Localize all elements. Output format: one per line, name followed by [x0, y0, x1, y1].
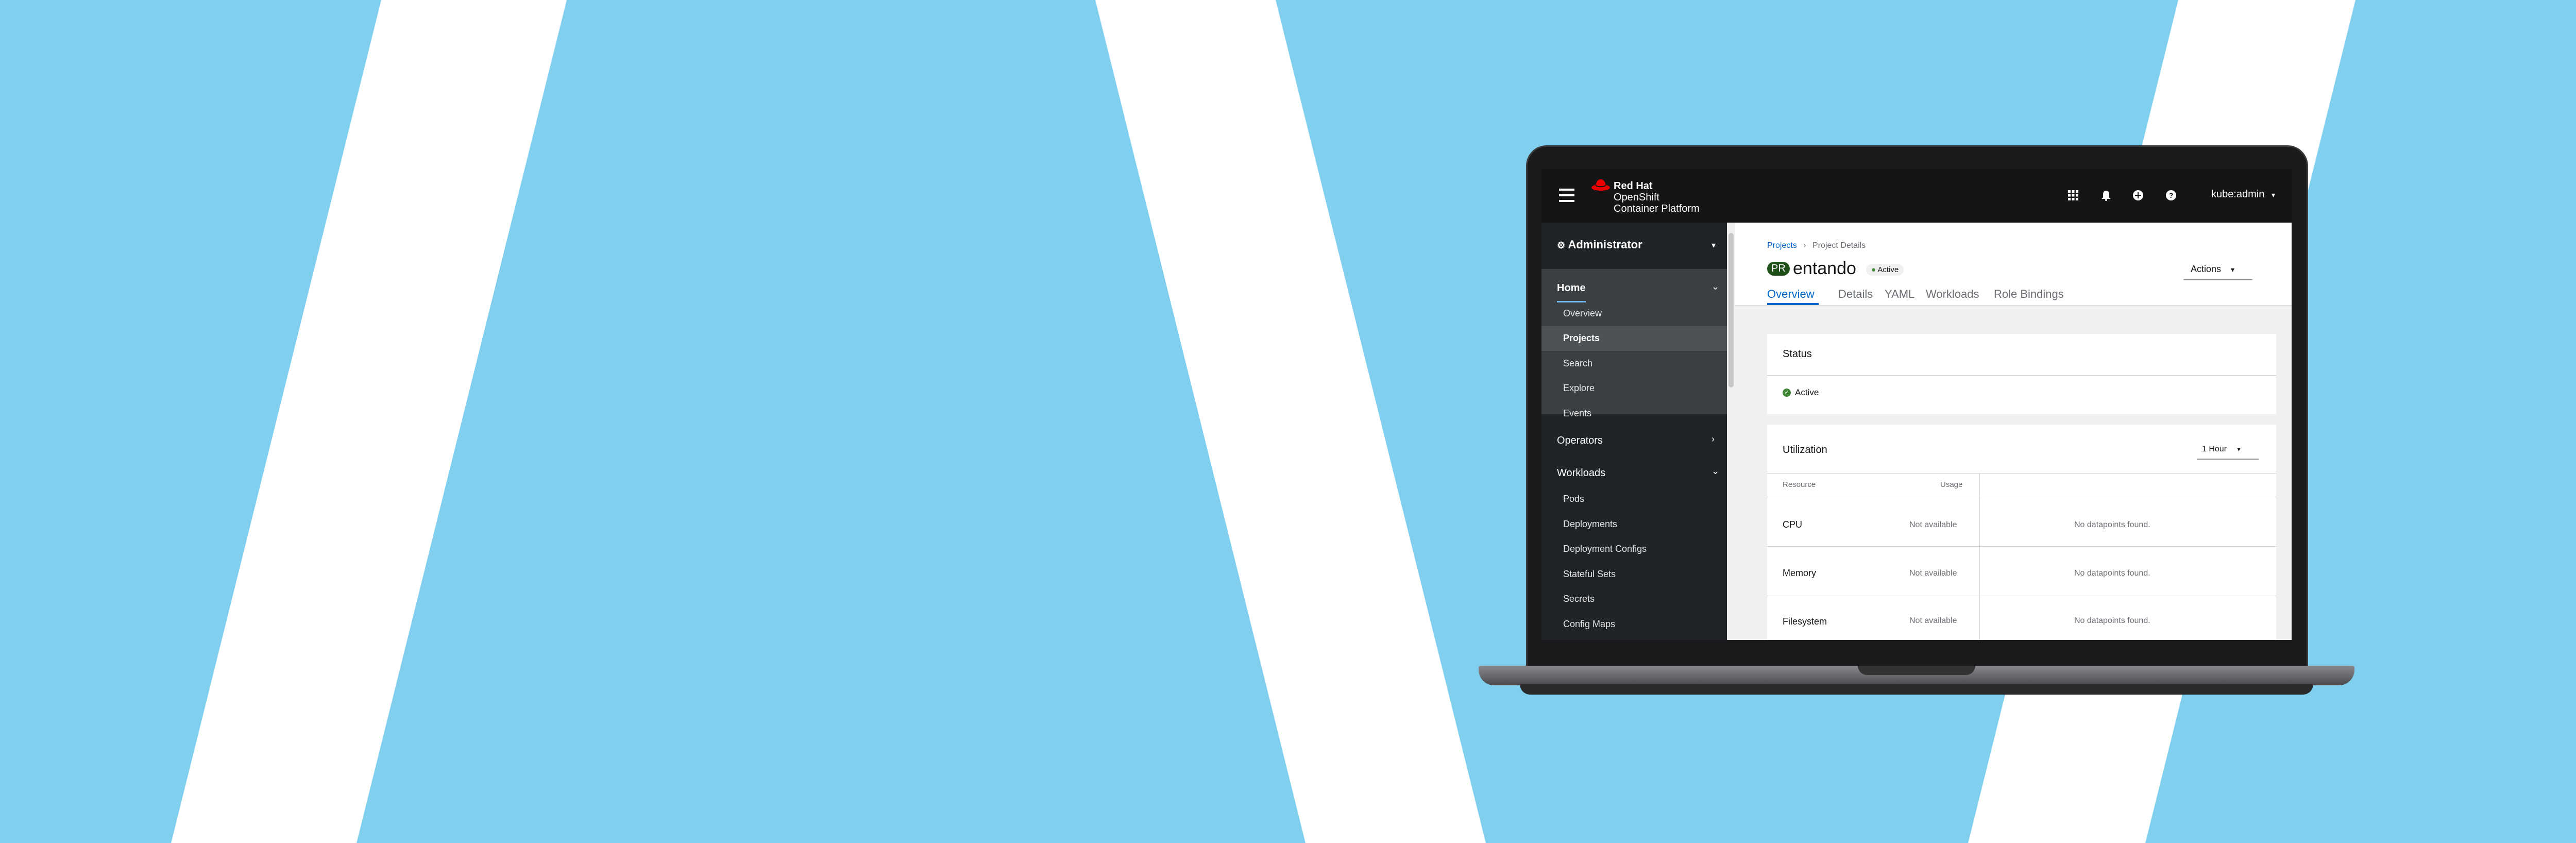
time-range-dropdown[interactable]: 1 Hour ▾	[2197, 439, 2259, 460]
status-card: Status ✓ Active	[1767, 334, 2276, 414]
status-value: Active	[1795, 387, 1819, 397]
app-screen: Red Hat OpenShift Container Platform ? k…	[1541, 169, 2292, 640]
chart-filesystem-empty: No datapoints found.	[2074, 616, 2150, 625]
nav-item-projects[interactable]: Projects	[1563, 333, 1600, 344]
status-badge-label: Active	[1877, 265, 1899, 274]
brand-line1: Red Hat	[1614, 180, 1653, 192]
usage-cpu: Not available	[1909, 520, 1957, 529]
utilization-card: Utilization 1 Hour ▾ Resource Usage CPU …	[1767, 425, 2276, 640]
utilization-card-title: Utilization	[1783, 444, 1827, 456]
nav-item-explore[interactable]: Explore	[1563, 383, 1595, 394]
resource-filesystem: Filesystem	[1783, 616, 1827, 627]
card-divider	[1767, 473, 2276, 474]
hamburger-menu-icon[interactable]	[1559, 189, 1574, 202]
breadcrumb: Projects › Project Details	[1767, 241, 1866, 250]
project-resource-badge: PR	[1767, 262, 1790, 276]
brand-line2: OpenShift	[1614, 192, 1659, 203]
svg-text:?: ?	[2169, 191, 2174, 199]
redhat-logo-icon	[1591, 179, 1610, 191]
help-icon[interactable]: ?	[2165, 190, 2177, 202]
caret-down-icon: ▾	[2237, 446, 2241, 453]
grid-icon[interactable]	[2067, 190, 2079, 202]
user-name: kube:admin	[2211, 189, 2265, 200]
breadcrumb-separator-icon: ›	[1803, 241, 1806, 250]
card-divider	[1767, 546, 2276, 547]
resource-cpu: CPU	[1783, 519, 1803, 530]
actions-label: Actions	[2191, 264, 2222, 274]
caret-down-icon: ▾	[2271, 191, 2275, 199]
tab-workloads[interactable]: Workloads	[1926, 288, 1979, 301]
tab-overview[interactable]: Overview	[1767, 288, 1815, 301]
plus-circle-icon[interactable]	[2132, 190, 2144, 202]
chevron-down-icon[interactable]: ⌄	[1711, 281, 1719, 292]
brand-line3: Container Platform	[1614, 203, 1700, 214]
column-divider	[1979, 473, 1980, 640]
nav-item-pods[interactable]: Pods	[1563, 494, 1584, 504]
card-divider	[1767, 375, 2276, 376]
resource-memory: Memory	[1783, 568, 1817, 578]
masthead: Red Hat OpenShift Container Platform ? k…	[1541, 169, 2292, 223]
background-stripe	[1095, 0, 1486, 843]
tab-yaml[interactable]: YAML	[1885, 288, 1914, 301]
nav-home-underline	[1557, 301, 1586, 302]
usage-filesystem: Not available	[1909, 616, 1957, 625]
usage-memory: Not available	[1909, 569, 1957, 578]
check-circle-icon: ✓	[1783, 389, 1791, 397]
laptop-shadow	[1520, 684, 2313, 695]
nav-item-search[interactable]: Search	[1563, 358, 1592, 369]
user-menu[interactable]: kube:admin ▾	[2211, 189, 2275, 200]
nav-item-stateful-sets[interactable]: Stateful Sets	[1563, 569, 1616, 580]
page-title: entando	[1793, 259, 1856, 278]
perspective-label: Administrator	[1568, 238, 1642, 251]
breadcrumb-projects-link[interactable]: Projects	[1767, 241, 1797, 250]
main-content: Projects › Project Details PR entando ● …	[1735, 223, 2292, 640]
chart-memory-empty: No datapoints found.	[2074, 569, 2150, 578]
tabs-divider	[1735, 305, 2292, 306]
brand-text[interactable]: Red Hat OpenShift Container Platform	[1614, 180, 1700, 214]
nav-item-deployment-configs[interactable]: Deployment Configs	[1563, 544, 1647, 554]
tab-details[interactable]: Details	[1838, 288, 1873, 301]
status-card-title: Status	[1783, 348, 1812, 360]
nav-item-events[interactable]: Events	[1563, 408, 1591, 419]
breadcrumb-current: Project Details	[1812, 241, 1866, 250]
background-stripe	[171, 0, 567, 843]
sidebar: ⚙ Administrator ▾ Home ⌄ Overview Projec…	[1541, 223, 1727, 640]
check-circle-icon: ●	[1871, 265, 1876, 274]
time-range-value: 1 Hour	[2202, 445, 2227, 453]
actions-dropdown[interactable]: Actions ▾	[2183, 258, 2252, 280]
nav-item-overview[interactable]: Overview	[1563, 308, 1602, 319]
bell-icon[interactable]	[2100, 190, 2112, 202]
tab-role-bindings[interactable]: Role Bindings	[1994, 288, 2064, 301]
nav-section-home[interactable]: Home	[1557, 282, 1586, 294]
column-header-usage: Usage	[1940, 480, 1963, 489]
nav-item-config-maps[interactable]: Config Maps	[1563, 619, 1615, 630]
chevron-right-icon[interactable]: ›	[1711, 434, 1715, 445]
column-header-resource: Resource	[1783, 480, 1816, 489]
nav-section-operators[interactable]: Operators	[1557, 435, 1603, 447]
chart-cpu-empty: No datapoints found.	[2074, 520, 2150, 529]
chevron-down-icon[interactable]: ⌄	[1711, 466, 1719, 477]
caret-down-icon: ▾	[2231, 265, 2235, 274]
nav-item-secrets[interactable]: Secrets	[1563, 594, 1595, 604]
perspective-switcher[interactable]: ⚙ Administrator	[1557, 238, 1642, 251]
nav-section-workloads[interactable]: Workloads	[1557, 467, 1605, 479]
caret-down-icon[interactable]: ▾	[1711, 240, 1716, 250]
sidebar-scrollbar-thumb[interactable]	[1728, 233, 1734, 387]
cog-icon: ⚙	[1557, 240, 1566, 250]
laptop-notch	[1858, 666, 1975, 675]
nav-item-deployments[interactable]: Deployments	[1563, 519, 1617, 530]
status-badge: ● Active	[1866, 264, 1904, 276]
